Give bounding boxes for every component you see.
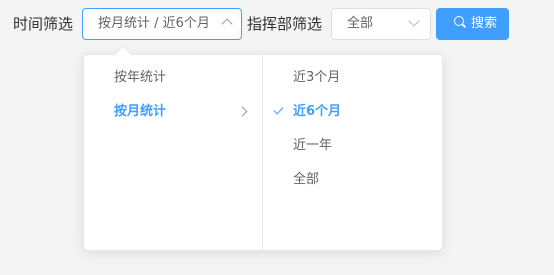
menu-item-all[interactable]: 全部 — [263, 163, 442, 197]
search-button[interactable]: 搜索 — [436, 8, 509, 40]
cascader-menu-primary: 按年统计 按月统计 — [84, 55, 263, 250]
chevron-down-icon — [408, 15, 420, 27]
menu-item-by-month[interactable]: 按月统计 — [84, 95, 262, 129]
cascader-dropdown: 按年统计 按月统计 近3个月 近6个月 近一年 全部 — [83, 54, 443, 251]
command-select-value: 全部 — [347, 16, 374, 31]
menu-item-label: 近一年 — [293, 138, 333, 153]
command-select[interactable]: 全部 — [331, 8, 431, 40]
menu-item-label: 按年统计 — [114, 70, 167, 85]
time-filter-label: 时间筛选 — [13, 15, 74, 33]
chevron-up-icon — [221, 18, 233, 30]
menu-item-last-3-months[interactable]: 近3个月 — [263, 61, 442, 95]
cascader-menu-secondary: 近3个月 近6个月 近一年 全部 — [263, 55, 442, 250]
search-icon — [453, 15, 467, 29]
chevron-right-icon — [237, 106, 248, 117]
command-filter-label: 指挥部筛选 — [247, 15, 323, 33]
menu-item-label: 近3个月 — [293, 70, 341, 85]
menu-item-label: 全部 — [293, 172, 320, 187]
search-button-label: 搜索 — [471, 16, 498, 31]
check-icon — [273, 104, 284, 115]
menu-item-last-year[interactable]: 近一年 — [263, 129, 442, 163]
time-cascader[interactable]: 按月统计 / 近6个月 — [82, 8, 242, 40]
menu-item-label: 按月统计 — [114, 104, 167, 119]
menu-item-by-year[interactable]: 按年统计 — [84, 61, 262, 95]
filter-bar: 时间筛选 按月统计 / 近6个月 指挥部筛选 全部 搜索 — [0, 0, 554, 48]
menu-item-last-6-months[interactable]: 近6个月 — [263, 95, 442, 129]
menu-item-label: 近6个月 — [293, 104, 342, 119]
cascader-value: 按月统计 / 近6个月 — [98, 16, 210, 31]
